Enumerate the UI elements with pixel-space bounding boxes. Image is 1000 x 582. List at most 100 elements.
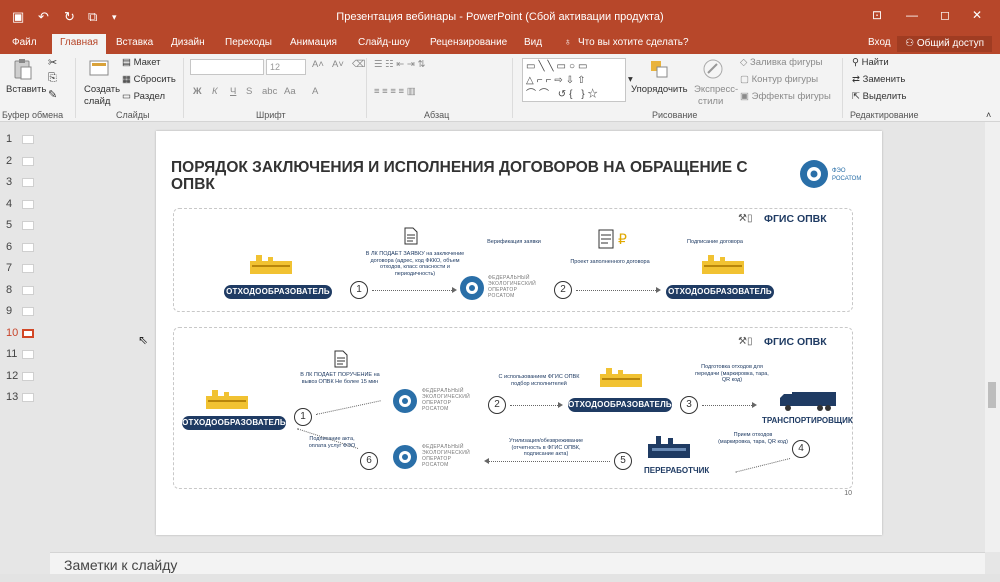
note-request: В ЛК ПОДАЕТ ЗАЯВКУ на заключение договор… xyxy=(365,251,465,277)
tab-home[interactable]: Главная xyxy=(52,34,107,54)
slide-thumbnail[interactable]: 7 xyxy=(0,261,50,277)
paste-button[interactable]: Вставить xyxy=(6,84,46,95)
shapes-gallery[interactable]: ▭╲╲▭○▭ △⌐⌐⇨⇩⇧ ⌒⌒ ↺{ }☆ xyxy=(522,58,626,102)
italic-button[interactable]: К xyxy=(212,86,218,97)
copy-icon[interactable]: ⎘ xyxy=(48,72,57,85)
slide-thumbnail-number: 1 xyxy=(6,133,13,145)
cut-icon[interactable]: ✂ xyxy=(48,56,57,69)
tab-insert[interactable]: Вставка xyxy=(116,37,153,48)
replace-icon: ⇄ xyxy=(852,74,863,85)
slide-thumbnails-panel: 1 2 3 4 5 6 7 8 9 10 11 12 13 xyxy=(0,122,50,552)
section-button[interactable]: ▭ Раздел xyxy=(122,91,165,102)
slide-thumbnail-number: 7 xyxy=(6,262,13,274)
producer-pill: ОТХОДООБРАЗОВАТЕЛЬ xyxy=(224,285,332,299)
select-button[interactable]: ⇱ Выделить xyxy=(852,91,906,102)
document-icon xyxy=(404,227,418,245)
layout-button[interactable]: ▤ Макет xyxy=(122,57,161,68)
new-slide-icon xyxy=(89,60,109,76)
tab-view[interactable]: Вид xyxy=(524,37,542,48)
align-icons[interactable]: ≡ ≡ ≡ ≡ ▥ xyxy=(374,86,416,97)
slide-thumbnail[interactable]: 1 xyxy=(0,132,50,148)
slide-thumbnail[interactable]: 11 xyxy=(0,347,50,363)
tab-animations[interactable]: Анимация xyxy=(290,37,337,48)
strikethrough-button[interactable]: S xyxy=(246,86,252,97)
slide-thumbnail[interactable]: 13 xyxy=(0,390,50,406)
arrange-button[interactable]: Упорядочить xyxy=(631,84,688,95)
arrow-head xyxy=(484,458,489,464)
find-button[interactable]: ⚲ Найти xyxy=(852,57,889,68)
group-font-label: Шрифт xyxy=(256,110,286,120)
share-button[interactable]: ⚇ Общий доступ xyxy=(897,36,992,52)
clear-format-icon[interactable]: ⌫ xyxy=(352,59,365,70)
slide-thumbnail-preview xyxy=(22,264,34,273)
change-case-icon[interactable]: Aa xyxy=(284,86,296,97)
shape-effects-button[interactable]: ▣ Эффекты фигуры xyxy=(740,91,831,102)
scrollbar-thumb[interactable] xyxy=(988,382,996,408)
bullets-icon[interactable]: ☰ ☷ ⇤ ⇥ ⇅ xyxy=(374,59,425,70)
slide-thumbnail-preview xyxy=(22,393,34,402)
slide-thumbnail[interactable]: 3 xyxy=(0,175,50,191)
font-size-input[interactable]: 12 xyxy=(266,59,306,75)
slide-thumbnail[interactable]: 2 xyxy=(0,154,50,170)
document-icon xyxy=(334,350,348,368)
group-separator xyxy=(842,58,843,118)
notes-pane[interactable]: Заметки к слайду xyxy=(50,552,985,574)
increase-font-icon[interactable]: A˄ xyxy=(312,59,324,70)
sign-in-link[interactable]: Вход xyxy=(868,37,891,48)
format-painter-icon[interactable]: ✎ xyxy=(48,88,57,101)
ribbon-display-options-icon[interactable]: ⊡ xyxy=(872,8,882,22)
new-slide-dropdown[interactable]: слайд xyxy=(84,96,110,107)
minimize-icon[interactable]: — xyxy=(906,8,918,22)
slide-thumbnail[interactable]: 6 xyxy=(0,240,50,256)
shape-outline-button[interactable]: ▢ Контур фигуры xyxy=(740,74,818,85)
new-slide-button[interactable]: Создать xyxy=(84,84,120,95)
tab-review[interactable]: Рецензирование xyxy=(430,37,507,48)
slide-thumbnail[interactable]: 5 xyxy=(0,218,50,234)
slide-thumbnail[interactable]: 8 xyxy=(0,283,50,299)
reset-button[interactable]: ▦ Сбросить xyxy=(122,74,176,85)
font-color-icon[interactable]: A xyxy=(312,86,318,97)
tab-design[interactable]: Дизайн xyxy=(171,37,205,48)
tab-transitions[interactable]: Переходы xyxy=(225,37,272,48)
quick-styles-icon xyxy=(703,59,723,79)
brand-feo: ФЭО xyxy=(832,168,846,174)
reset-icon: ▦ xyxy=(122,74,134,85)
section-label: Раздел xyxy=(133,91,166,102)
slide-thumbnail[interactable]: 4 xyxy=(0,197,50,213)
slide-thumbnail-number: 13 xyxy=(6,391,19,403)
paint-bucket-icon: ◇ xyxy=(740,57,750,68)
tab-file[interactable]: Файл xyxy=(12,37,37,48)
char-spacing-icon[interactable]: abc xyxy=(262,86,277,97)
step-1-badge: 1 xyxy=(294,408,312,426)
note-order: В ЛК ПОДАЕТ ПОРУЧЕНИЕ на вывоз ОПВК Не б… xyxy=(300,372,380,385)
slide-thumbnail-preview xyxy=(22,156,34,166)
font-name-input[interactable] xyxy=(190,59,264,75)
slide-thumbnail-number: 5 xyxy=(6,219,13,231)
layout-icon: ▤ xyxy=(122,57,134,68)
slide-title[interactable]: ПОРЯДОК ЗАКЛЮЧЕНИЯ И ИСПОЛНЕНИЯ ДОГОВОРО… xyxy=(171,159,781,193)
bold-button[interactable]: Ж xyxy=(193,86,202,97)
slide-thumbnail[interactable]: 9 xyxy=(0,304,50,320)
rosatom-logo-icon xyxy=(393,389,417,413)
arrow-line xyxy=(702,405,752,406)
slide-canvas[interactable]: ПОРЯДОК ЗАКЛЮЧЕНИЯ И ИСПОЛНЕНИЯ ДОГОВОРО… xyxy=(156,131,882,535)
decrease-font-icon[interactable]: A˅ xyxy=(332,59,344,70)
vertical-scrollbar[interactable] xyxy=(985,122,1000,552)
note-select: С использованием ФГИС ОПВК подбор исполн… xyxy=(498,374,580,387)
svg-text:₽: ₽ xyxy=(618,232,627,248)
close-icon[interactable]: ✕ xyxy=(972,8,982,22)
tell-me-input[interactable]: Что вы хотите сделать? xyxy=(578,37,689,48)
replace-button[interactable]: ⇄ Заменить xyxy=(852,74,905,85)
shape-fill-button[interactable]: ◇ Заливка фигуры xyxy=(740,57,823,68)
quick-styles-button[interactable]: Экспресс- xyxy=(694,84,738,95)
slide-thumbnail[interactable]: 10 xyxy=(0,326,50,342)
window-title: Презентация вебинары - PowerPoint (Сбой … xyxy=(336,11,664,23)
slide-thumbnail-preview xyxy=(22,242,34,252)
slide-thumbnail[interactable]: 12 xyxy=(0,369,50,385)
maximize-icon[interactable]: ◻ xyxy=(940,8,950,22)
collapse-ribbon-icon[interactable]: ˄ xyxy=(986,110,991,120)
operator-text: ФЕДЕРАЛЬНЫЙ ЭКОЛОГИЧЕСКИЙ ОПЕРАТОР РОСАТОМ xyxy=(422,388,470,412)
tab-slideshow[interactable]: Слайд-шоу xyxy=(358,37,410,48)
slide-thumbnail-preview xyxy=(22,221,34,230)
underline-button[interactable]: Ч xyxy=(230,86,236,97)
